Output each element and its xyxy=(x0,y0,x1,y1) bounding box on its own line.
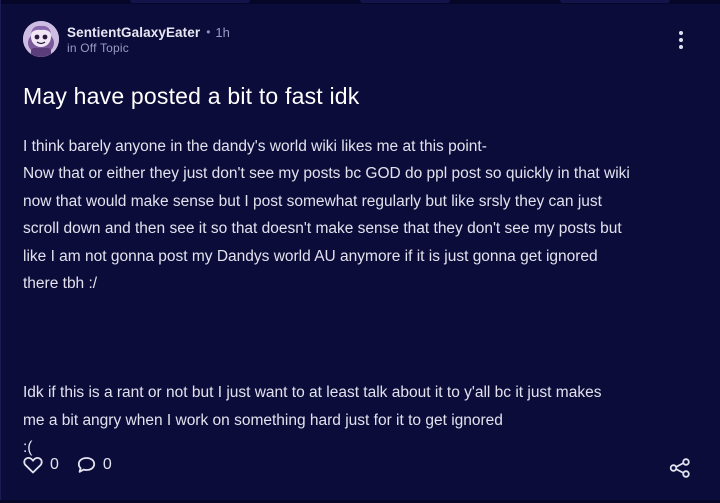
post-body-line: there tbh :/ xyxy=(23,275,98,293)
comment-count: 0 xyxy=(102,456,112,473)
post-card: SentientGalaxyEater • 1h in Off Topic Ma… xyxy=(1,4,720,500)
heart-icon xyxy=(23,456,43,474)
top-strip-segment xyxy=(560,0,670,3)
more-options-button[interactable] xyxy=(676,31,686,53)
top-strip-segment xyxy=(130,0,250,3)
post-time: 1h xyxy=(215,24,230,40)
post-category[interactable]: in Off Topic xyxy=(67,41,230,55)
author-name[interactable]: SentientGalaxyEater xyxy=(67,24,200,41)
more-vertical-icon xyxy=(679,31,683,35)
share-icon xyxy=(669,458,690,478)
post-body-line: now that would make sense but I post som… xyxy=(23,192,602,210)
share-button[interactable] xyxy=(669,458,691,478)
comment-bubble-icon xyxy=(77,457,96,473)
avatar[interactable] xyxy=(23,21,59,57)
post-body-line: scroll down and then see it so that does… xyxy=(23,220,622,238)
post-meta-top: SentientGalaxyEater • 1h xyxy=(67,24,230,41)
meta-separator: • xyxy=(206,24,211,39)
post-body-line: Now that or either they just don't see m… xyxy=(23,165,630,183)
avatar-image xyxy=(23,21,59,57)
comment-button[interactable]: 0 xyxy=(77,456,112,474)
post-body: I think barely anyone in the dandy's wor… xyxy=(23,133,703,462)
post-body-line: me a bit angry when I work on something … xyxy=(23,411,503,429)
post-title[interactable]: May have posted a bit to fast idk xyxy=(23,83,359,110)
post-actions: 0 0 xyxy=(23,456,130,474)
post-header: SentientGalaxyEater • 1h in Off Topic xyxy=(23,21,230,57)
post-meta: SentientGalaxyEater • 1h in Off Topic xyxy=(67,24,230,55)
post-body-line: like I am not gonna post my Dandys world… xyxy=(23,247,598,265)
post-body-line: I think barely anyone in the dandy's wor… xyxy=(23,138,487,155)
post-body-line: Idk if this is a rant or not but I just … xyxy=(23,384,602,402)
top-strip-segment xyxy=(360,0,450,3)
more-vertical-icon-dot xyxy=(679,38,683,42)
more-vertical-icon-dot xyxy=(679,45,683,49)
like-count: 0 xyxy=(50,456,59,473)
like-button[interactable]: 0 xyxy=(23,456,59,474)
